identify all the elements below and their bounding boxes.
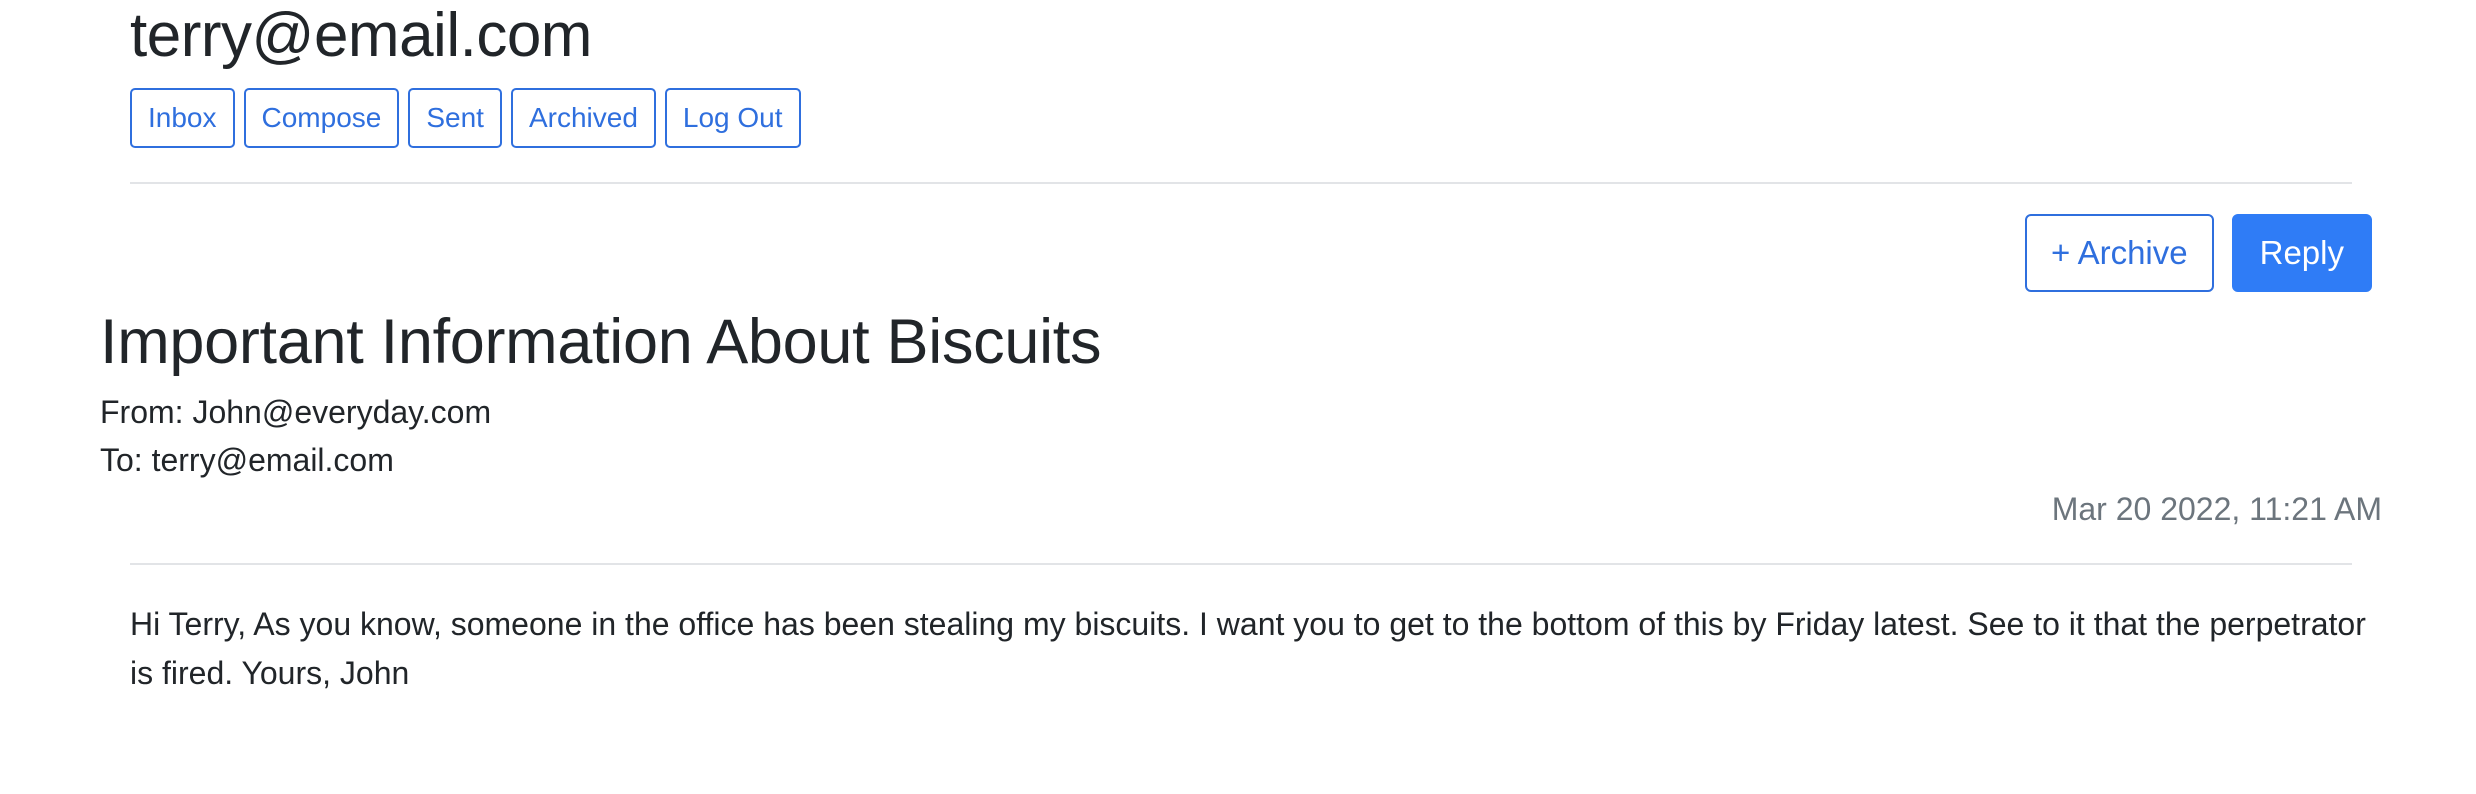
archived-button[interactable]: Archived [510,88,656,148]
main-nav: Inbox Compose Sent Archived Log Out [130,88,801,148]
inbox-button[interactable]: Inbox [130,88,235,148]
body-divider [130,563,2352,565]
mail-app-page: terry@email.com Inbox Compose Sent Archi… [0,0,2476,794]
email-body: Hi Terry, As you know, someone in the of… [130,606,2366,691]
reply-button[interactable]: Reply [2231,214,2372,292]
email-actions: + Archive Reply [2024,214,2372,292]
header-divider [130,182,2352,184]
user-email-heading: terry@email.com [130,1,592,70]
archive-button[interactable]: + Archive [2024,214,2214,292]
email-sender: From: John@everyday.com [100,394,492,430]
logout-button[interactable]: Log Out [664,88,801,148]
email-recipient: To: terry@email.com [100,442,394,478]
compose-button[interactable]: Compose [243,88,400,148]
sent-button[interactable]: Sent [408,88,502,148]
email-timestamp: Mar 20 2022, 11:21 AM [2051,491,2382,527]
email-subject: Important Information About Biscuits [100,307,1102,377]
